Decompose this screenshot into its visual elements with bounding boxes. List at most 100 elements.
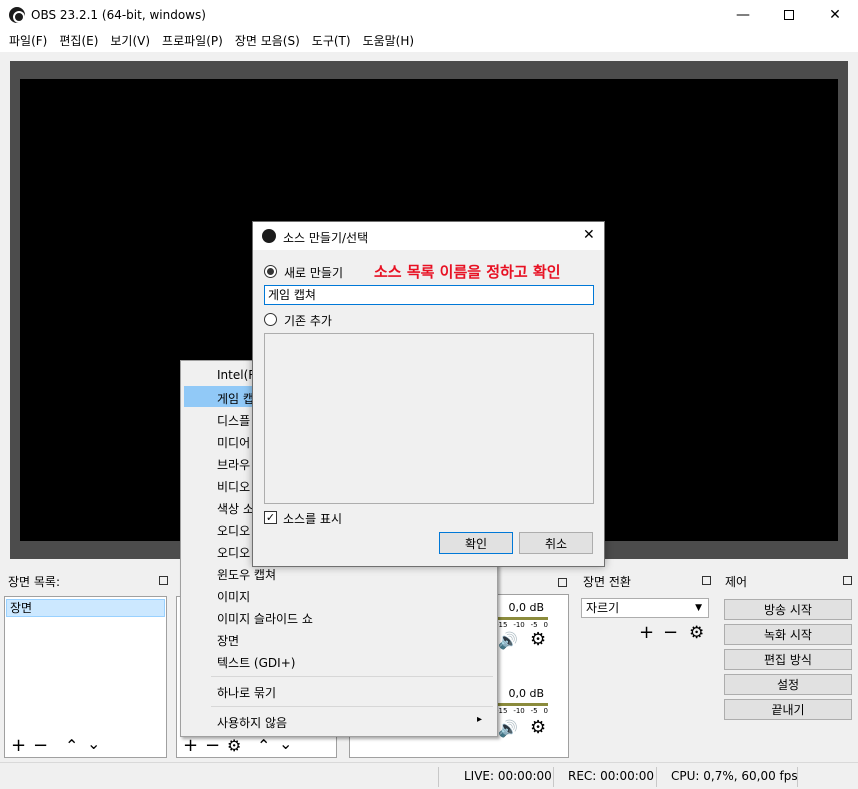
ok-button[interactable]: 확인 <box>439 532 513 554</box>
move-down-icon[interactable]: ⌄ <box>87 735 100 753</box>
context-item-group[interactable]: 하나로 묶기 <box>217 684 276 701</box>
transition-select[interactable]: 자르기 ▼ <box>581 598 709 618</box>
window-title: OBS 23.2.1 (64-bit, windows) <box>31 8 206 22</box>
radio-create-new[interactable] <box>264 265 277 278</box>
scenes-dock-title: 장면 목록: <box>2 572 172 592</box>
chevron-down-icon: ▼ <box>695 603 702 613</box>
minimize-icon: — <box>736 7 750 23</box>
visible-checkbox-label: 소스를 표시 <box>283 512 343 526</box>
volume-meter <box>496 617 548 620</box>
float-icon[interactable] <box>558 578 567 587</box>
add-icon[interactable]: + <box>11 737 26 755</box>
context-item-game-capture[interactable]: 게임 캡 <box>217 390 254 407</box>
obs-logo-icon <box>262 229 276 243</box>
menu-help[interactable]: 도움말(H) <box>357 30 421 52</box>
menu-file[interactable]: 파일(F) <box>3 30 53 52</box>
move-up-icon[interactable]: ⌃ <box>257 737 270 755</box>
title-bar: OBS 23.2.1 (64-bit, windows) — ✕ <box>0 0 858 30</box>
scenes-dock: 장면 목록: 장면 + − ⌃ ⌄ <box>2 572 172 760</box>
submenu-arrow-icon: ▸ <box>477 714 483 725</box>
meter-scale: -15 -10 -5 0 <box>496 621 548 629</box>
radio-add-existing-label: 기존 추가 <box>284 314 332 328</box>
volume-meter <box>496 703 548 706</box>
add-transition-icon[interactable]: + <box>639 624 654 642</box>
context-item-text[interactable]: 텍스트 (GDI+) <box>217 654 295 671</box>
gear-icon[interactable]: ⚙ <box>530 717 546 738</box>
status-bar: LIVE: 00:00:00 REC: 00:00:00 CPU: 0,7%, … <box>0 762 858 789</box>
source-name-value: 게임 캡쳐 <box>268 288 316 302</box>
transition-selected-value: 자르기 <box>586 601 620 615</box>
remove-source-icon[interactable]: − <box>205 737 220 755</box>
obs-logo-icon <box>9 7 25 23</box>
context-item-color[interactable]: 색상 소 <box>217 500 254 517</box>
cancel-button[interactable]: 취소 <box>519 532 593 554</box>
context-item-media[interactable]: 미디어 <box>217 434 250 451</box>
scene-item-label: 장면 <box>10 601 33 615</box>
context-item-audio-input[interactable]: 오디오 <box>217 522 250 539</box>
transitions-dock-title: 장면 전환 <box>577 572 715 592</box>
start-streaming-button[interactable]: 방송 시작 <box>724 599 852 620</box>
create-source-dialog: 소스 만들기/선택 ✕ 새로 만들기 소스 목록 이름을 정하고 확인 게임 캡… <box>252 221 605 567</box>
add-source-icon[interactable]: + <box>183 737 198 755</box>
context-item-slideshow[interactable]: 이미지 슬라이드 쇼 <box>217 610 313 627</box>
menu-edit[interactable]: 편집(E) <box>53 30 104 52</box>
checkmark-icon: ✓ <box>265 511 276 524</box>
menu-tools[interactable]: 도구(T) <box>306 30 357 52</box>
move-up-icon[interactable]: ⌃ <box>65 737 78 755</box>
speaker-icon[interactable]: 🔊 <box>498 631 518 650</box>
move-down-icon[interactable]: ⌄ <box>279 735 292 753</box>
menu-view[interactable]: 보기(V) <box>104 30 156 52</box>
float-icon[interactable] <box>843 576 852 585</box>
context-separator <box>211 676 493 677</box>
track-db-value: 0,0 dB <box>508 687 544 700</box>
context-item-browser[interactable]: 브라우 <box>217 456 250 473</box>
existing-source-list[interactable] <box>264 333 594 504</box>
track-db-value: 0,0 dB <box>508 601 544 614</box>
cpu-status: CPU: 0,7%, 60,00 fps <box>671 769 798 783</box>
menu-bar: 파일(F) 편집(E) 보기(V) 프로파일(P) 장면 모음(S) 도구(T)… <box>0 30 858 52</box>
gear-icon[interactable]: ⚙ <box>689 624 704 642</box>
context-item-window-capture[interactable]: 윈도우 캡쳐 <box>217 566 276 583</box>
scenes-title: 장면 목록: <box>8 575 61 589</box>
live-status: LIVE: 00:00:00 <box>464 769 552 783</box>
context-item-video[interactable]: 비디오 <box>217 478 250 495</box>
rec-status: REC: 00:00:00 <box>568 769 655 783</box>
dialog-title: 소스 만들기/선택 <box>283 231 369 245</box>
minimize-button[interactable]: — <box>720 0 766 30</box>
maximize-icon <box>784 10 794 20</box>
studio-mode-button[interactable]: 편집 방식 <box>724 649 852 670</box>
float-icon[interactable] <box>702 576 711 585</box>
source-name-input[interactable]: 게임 캡쳐 <box>264 285 594 305</box>
maximize-button[interactable] <box>766 0 812 30</box>
menu-scene-collection[interactable]: 장면 모음(S) <box>229 30 306 52</box>
context-item-audio-output[interactable]: 오디오 <box>217 544 250 561</box>
context-item-scene[interactable]: 장면 <box>217 632 239 649</box>
annotation-text: 소스 목록 이름을 정하고 확인 <box>374 263 561 281</box>
exit-button[interactable]: 끝내기 <box>724 699 852 720</box>
dialog-titlebar: 소스 만들기/선택 ✕ <box>253 222 604 250</box>
scene-list-item[interactable]: 장면 <box>6 599 165 617</box>
visible-checkbox[interactable]: ✓ <box>264 511 277 524</box>
controls-dock: 제어 방송 시작 녹화 시작 편집 방식 설정 끝내기 <box>719 572 856 760</box>
controls-dock-title: 제어 <box>719 572 856 592</box>
menu-profile[interactable]: 프로파일(P) <box>156 30 229 52</box>
start-recording-button[interactable]: 녹화 시작 <box>724 624 852 645</box>
scene-list: 장면 + − ⌃ ⌄ <box>4 596 167 758</box>
gear-icon[interactable]: ⚙ <box>530 629 546 650</box>
radio-create-new-label: 새로 만들기 <box>284 266 344 280</box>
remove-transition-icon[interactable]: − <box>663 624 678 642</box>
context-separator <box>211 706 493 707</box>
float-icon[interactable] <box>159 576 168 585</box>
context-item-deprecated[interactable]: 사용하지 않음 <box>217 714 287 731</box>
transitions-dock: 장면 전환 자르기 ▼ + − ⚙ <box>577 572 715 760</box>
close-button[interactable]: ✕ <box>812 0 858 30</box>
settings-button[interactable]: 설정 <box>724 674 852 695</box>
context-item-display[interactable]: 디스플 <box>217 412 250 429</box>
radio-add-existing[interactable] <box>264 313 277 326</box>
remove-icon[interactable]: − <box>33 737 48 755</box>
gear-icon[interactable]: ⚙ <box>227 737 241 755</box>
speaker-icon[interactable]: 🔊 <box>498 719 518 738</box>
context-item-image[interactable]: 이미지 <box>217 588 250 605</box>
close-icon[interactable]: ✕ <box>583 227 595 243</box>
controls-title: 제어 <box>725 575 748 589</box>
